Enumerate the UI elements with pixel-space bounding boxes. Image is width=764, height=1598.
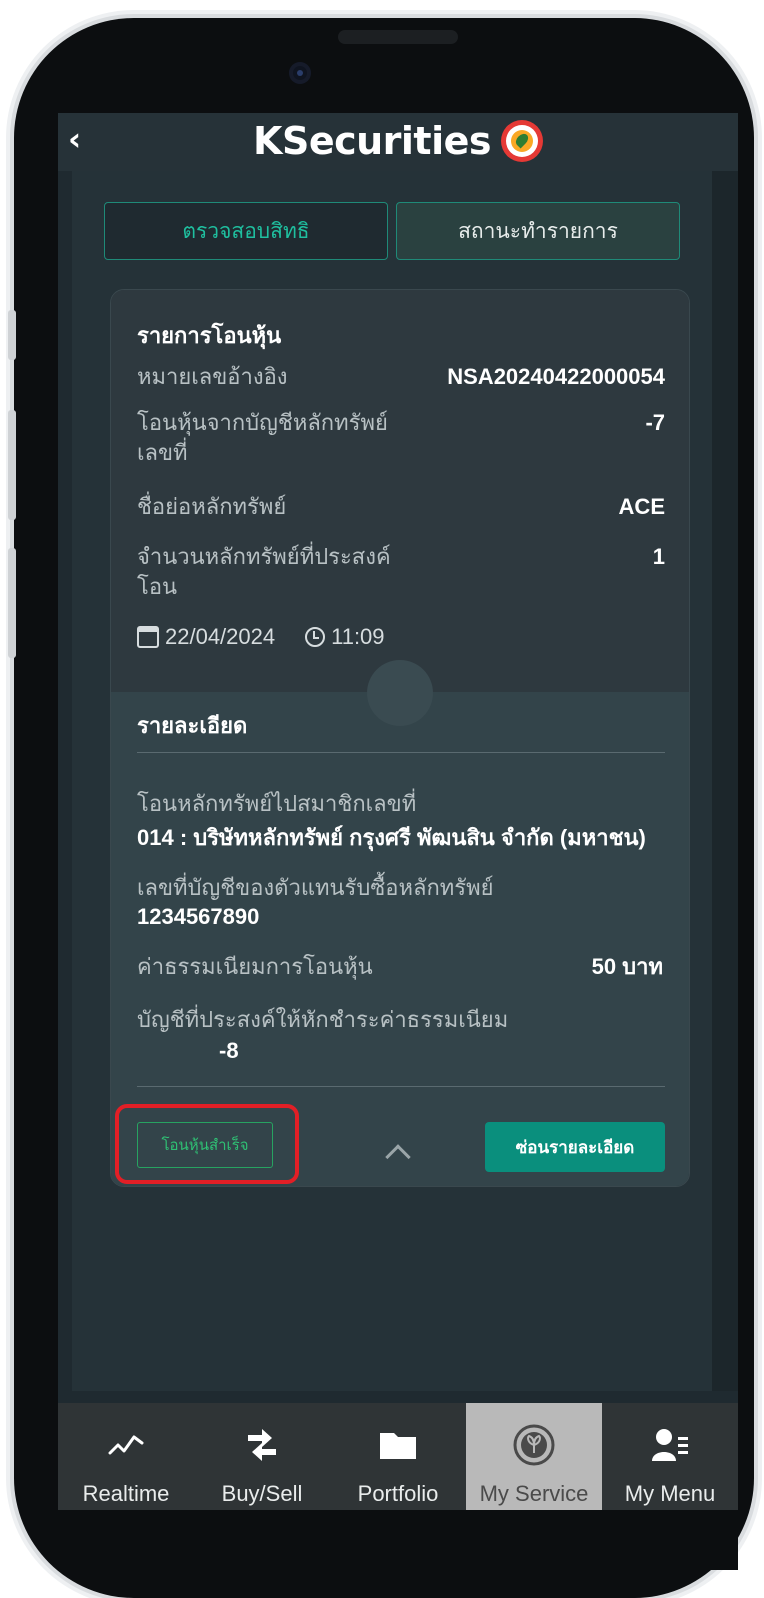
agent-account-value: 1234567890 bbox=[137, 904, 260, 929]
device-bottom-bezel bbox=[58, 1510, 738, 1570]
quantity-row: จำนวนหลักทรัพย์ที่ประสงค์ โอน 1 bbox=[137, 542, 665, 602]
tab-check-rights[interactable]: ตรวจสอบสิทธิ bbox=[104, 202, 388, 260]
agent-account-label: เลขที่บัญชีของตัวแทนรับซื้อหลักทรัพย์ bbox=[137, 875, 494, 900]
transaction-time: 11:09 bbox=[331, 624, 385, 649]
folder-icon bbox=[380, 1433, 416, 1459]
ref-row: หมายเลขอ้างอิง NSA20240422000054 bbox=[137, 362, 665, 392]
quantity-value: 1 bbox=[652, 544, 665, 569]
actions-divider bbox=[137, 1086, 665, 1087]
content-panel: ตรวจสอบสิทธิ สถานะทำรายการ รายการโอนหุ้น… bbox=[72, 171, 712, 1391]
quantity-label: จำนวนหลักทรัพย์ที่ประสงค์ โอน bbox=[137, 544, 391, 599]
from-account-label: โอนหุ้นจากบัญชีหลักทรัพย์ เลขที่ bbox=[137, 410, 388, 465]
symbol-row: ชื่อย่อหลักทรัพย์ ACE bbox=[137, 492, 665, 522]
nav-my-service-label: My Service bbox=[479, 1481, 589, 1506]
app-header: ‹ KSecurities bbox=[58, 113, 738, 171]
back-button[interactable]: ‹ bbox=[68, 119, 81, 159]
line-chart-icon bbox=[108, 1435, 144, 1455]
collapse-handle bbox=[367, 660, 433, 726]
from-account-row: โอนหุ้นจากบัญชีหลักทรัพย์ เลขที่ -7 bbox=[137, 408, 665, 468]
details-title: รายละเอียด bbox=[137, 713, 248, 738]
fee-label: ค่าธรรมเนียมการโอนหุ้น bbox=[137, 954, 373, 979]
fee-account-label: บัญชีที่ประสงค์ให้หักชำระค่าธรรมเนียม bbox=[137, 1007, 509, 1032]
volume-down-button bbox=[8, 548, 16, 658]
fee-value: 50 บาท bbox=[591, 954, 663, 979]
bottom-nav: Realtime Buy/Sell Portfolio My Service M… bbox=[58, 1403, 738, 1510]
nav-my-menu[interactable]: My Menu bbox=[602, 1403, 738, 1510]
nav-buy-sell[interactable]: Buy/Sell bbox=[194, 1403, 330, 1510]
brand-name: KSecurities bbox=[253, 119, 492, 163]
card-summary: รายการโอนหุ้น หมายเลขอ้างอิง NSA20240422… bbox=[111, 290, 689, 692]
card-title: รายการโอนหุ้น bbox=[137, 323, 282, 348]
fee-row: ค่าธรรมเนียมการโอนหุ้น 50 บาท bbox=[137, 952, 663, 982]
chevron-left-icon: ‹ bbox=[68, 120, 82, 158]
kbank-leaf-icon bbox=[501, 120, 544, 162]
from-account-value: -7 bbox=[645, 410, 665, 435]
nav-my-service[interactable]: My Service bbox=[466, 1403, 602, 1510]
clock-icon bbox=[305, 627, 326, 647]
front-camera bbox=[289, 62, 311, 84]
nav-my-menu-label: My Menu bbox=[624, 1481, 716, 1506]
nav-realtime-label: Realtime bbox=[82, 1481, 170, 1506]
plant-logo-icon bbox=[513, 1424, 555, 1466]
tab-bar: ตรวจสอบสิทธิ สถานะทำรายการ bbox=[104, 202, 680, 260]
tab-transaction-status[interactable]: สถานะทำรายการ bbox=[396, 202, 680, 260]
symbol-label: ชื่อย่อหลักทรัพย์ bbox=[137, 494, 287, 519]
datetime-row: 22/04/2024 11:09 bbox=[137, 624, 385, 650]
nav-realtime[interactable]: Realtime bbox=[58, 1403, 194, 1510]
nav-portfolio[interactable]: Portfolio bbox=[330, 1403, 466, 1510]
hide-details-button[interactable]: ซ่อนรายละเอียด bbox=[485, 1122, 665, 1172]
symbol-value: ACE bbox=[618, 494, 665, 519]
transfer-card: รายการโอนหุ้น หมายเลขอ้างอิง NSA20240422… bbox=[110, 289, 690, 1187]
mute-switch bbox=[8, 310, 16, 360]
nav-portfolio-label: Portfolio bbox=[357, 1481, 439, 1506]
speaker-notch bbox=[338, 30, 458, 44]
ref-label: หมายเลขอ้างอิง bbox=[137, 364, 288, 389]
details-divider bbox=[137, 752, 665, 753]
scroll-gutter bbox=[712, 171, 738, 1391]
to-member-value: 014 : บริษัทหลักทรัพย์ กรุงศรี พัฒนสิน จ… bbox=[137, 825, 646, 850]
volume-up-button bbox=[8, 410, 16, 520]
user-menu-icon bbox=[652, 1429, 688, 1461]
status-badge: โอนหุ้นสำเร็จ bbox=[137, 1122, 273, 1168]
calendar-icon bbox=[137, 626, 159, 648]
nav-buy-sell-label: Buy/Sell bbox=[221, 1481, 303, 1506]
ref-value: NSA20240422000054 bbox=[447, 364, 665, 389]
brand-logo: KSecurities bbox=[253, 115, 544, 167]
transaction-date: 22/04/2024 bbox=[165, 624, 276, 649]
swap-arrows-icon bbox=[248, 1429, 276, 1461]
to-member-label: โอนหลักทรัพย์ไปสมาชิกเลขที่ bbox=[137, 791, 417, 816]
fee-account-value: -8 bbox=[219, 1038, 239, 1063]
app-screen: ‹ KSecurities ตรวจสอบสิทธิ สถานะทำรายการ… bbox=[58, 113, 738, 1510]
